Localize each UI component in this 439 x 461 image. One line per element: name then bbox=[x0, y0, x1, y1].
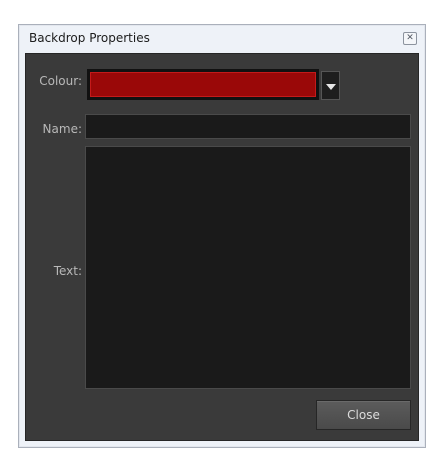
close-icon[interactable]: ✕ bbox=[403, 32, 417, 45]
colour-swatch-fill bbox=[90, 72, 316, 97]
backdrop-properties-dialog: Backdrop Properties ✕ Colour: Name: Text… bbox=[18, 24, 426, 448]
page: Backdrop Properties ✕ Colour: Name: Text… bbox=[0, 0, 439, 461]
dialog-title: Backdrop Properties bbox=[29, 31, 150, 45]
close-button[interactable]: Close bbox=[316, 400, 411, 430]
colour-label: Colour: bbox=[39, 74, 82, 88]
dialog-body: Colour: Name: Text: Close bbox=[25, 53, 419, 441]
title-bar: Backdrop Properties ✕ bbox=[19, 25, 425, 52]
text-label: Text: bbox=[53, 264, 82, 278]
chevron-down-icon bbox=[326, 84, 336, 90]
text-area[interactable] bbox=[85, 146, 411, 389]
colour-dropdown-button[interactable] bbox=[321, 71, 340, 100]
name-label: Name: bbox=[42, 122, 82, 136]
name-field[interactable] bbox=[85, 114, 411, 139]
colour-swatch[interactable] bbox=[87, 69, 319, 100]
